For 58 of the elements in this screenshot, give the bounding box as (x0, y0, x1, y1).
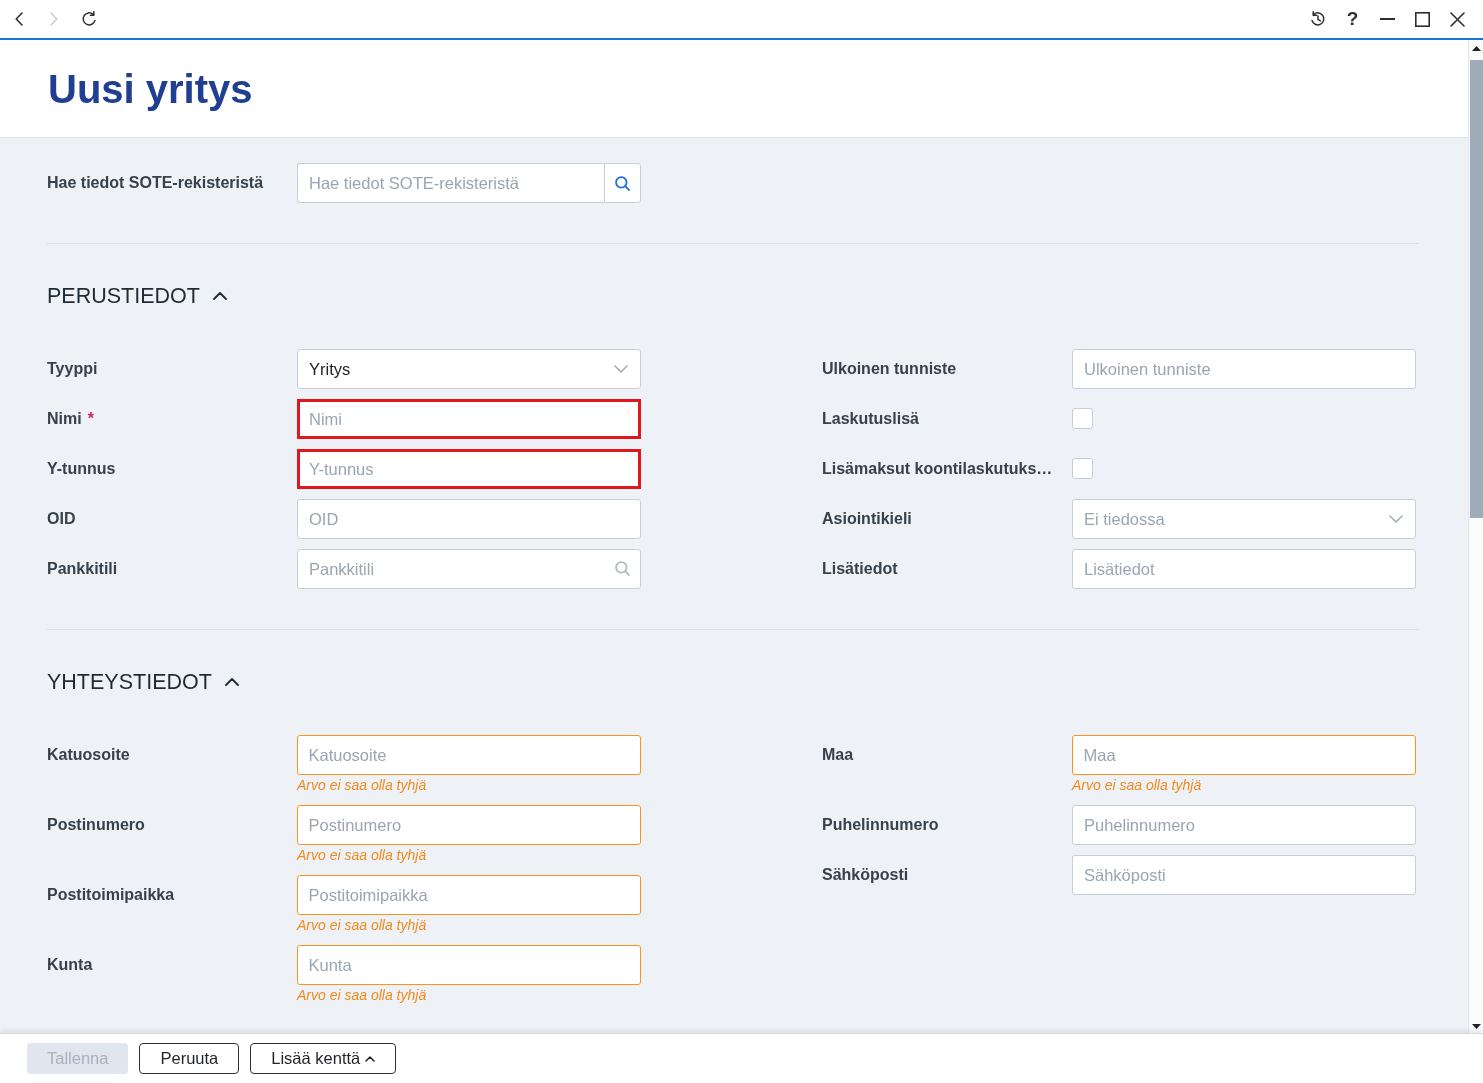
field-label: OID (47, 509, 76, 529)
checkbox[interactable] (1072, 408, 1093, 429)
field-label: Tyyppi (47, 359, 98, 379)
field-label: Postinumero (47, 815, 145, 835)
input-field[interactable]: Nimi (297, 399, 641, 439)
field-label: Laskutuslisä (822, 409, 919, 429)
field-label: Lisätiedot (822, 559, 898, 579)
minimize-icon (1380, 18, 1395, 20)
input-field[interactable]: Postitoimipaikka (297, 875, 641, 915)
field-label: Postitoimipaikka (47, 885, 175, 905)
field-label: Puhelinnumero (822, 815, 939, 835)
error-message: Arvo ei saa olla tyhjä (297, 916, 428, 935)
chevron-down-icon (1389, 515, 1403, 523)
search-field[interactable]: Pankkitili (297, 549, 641, 589)
input-field[interactable]: Katuosoite (297, 735, 641, 775)
help-button[interactable]: ? (1335, 0, 1370, 38)
section-title: PERUSTIEDOT (47, 283, 200, 309)
input-field[interactable]: Postinumero (297, 805, 641, 845)
chevron-up-icon[interactable] (212, 292, 227, 300)
error-message: Arvo ei saa olla tyhjä (1072, 776, 1203, 795)
maximize-icon (1415, 11, 1430, 27)
scroll-down-icon[interactable] (1471, 1024, 1481, 1029)
search-field[interactable]: Hae tiedot SOTE-rekisteristä (297, 163, 604, 203)
field-label: Sähköposti (822, 865, 909, 885)
field-label: Pankkitili (47, 559, 118, 579)
error-message: Arvo ei saa olla tyhjä (297, 986, 428, 1005)
field-label: Lisämaksut koontilaskutuks… (822, 459, 1053, 479)
menu-button[interactable]: Lisää kenttä (250, 1043, 397, 1074)
history-icon (1309, 11, 1326, 27)
field-label: Y-tunnus (47, 459, 116, 479)
required-mark: * (87, 409, 94, 429)
search-button[interactable] (604, 163, 641, 203)
search-icon (615, 175, 630, 191)
field-label: Maa (822, 745, 854, 765)
field-label: Asiointikieli (822, 509, 912, 529)
caret-up-icon (365, 1055, 376, 1062)
close-icon (1450, 11, 1465, 27)
page-title: Uusi yritys (48, 66, 253, 111)
field-label: Nimi (47, 409, 82, 429)
chevron-down-icon (614, 365, 628, 373)
scrollbar[interactable] (1468, 40, 1483, 1033)
input-field[interactable]: Maa (1072, 735, 1416, 775)
scroll-up-icon[interactable] (1471, 46, 1481, 51)
checkbox[interactable] (1072, 458, 1093, 479)
search-icon (615, 561, 630, 576)
field-label: Ulkoinen tunniste (822, 359, 957, 379)
field-label: Hae tiedot SOTE-rekisteristä (47, 173, 265, 193)
field-label: Kunta (47, 955, 93, 975)
section-title: YHTEYSTIEDOT (47, 669, 212, 695)
footer-button[interactable]: Peruuta (139, 1043, 240, 1074)
error-message: Arvo ei saa olla tyhjä (297, 776, 428, 795)
input-field[interactable]: Kunta (297, 945, 641, 985)
scrollbar-thumb[interactable] (1469, 60, 1483, 518)
input-field[interactable]: Y-tunnus (297, 449, 641, 489)
field-label: Katuosoite (47, 745, 130, 765)
error-message: Arvo ei saa olla tyhjä (297, 846, 428, 865)
chevron-up-icon[interactable] (224, 678, 239, 686)
dropdown[interactable]: Yritys (297, 349, 641, 389)
